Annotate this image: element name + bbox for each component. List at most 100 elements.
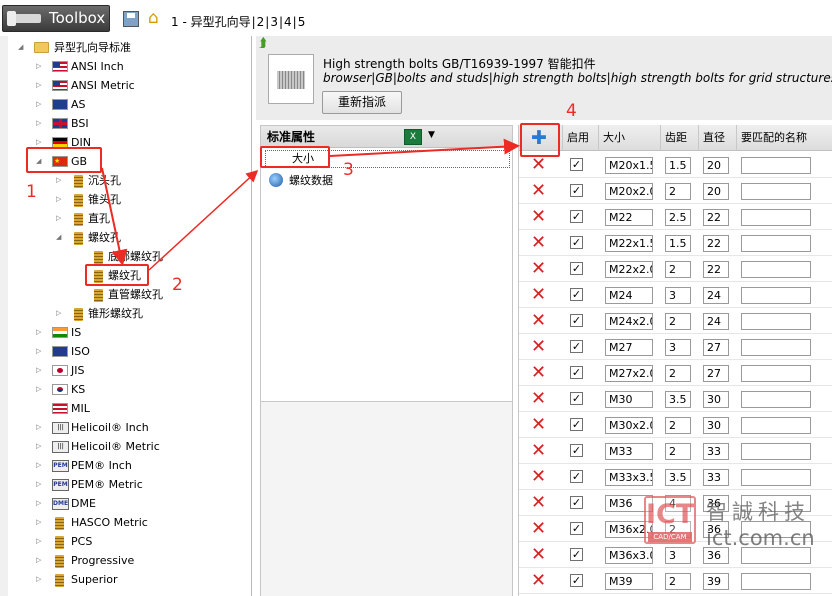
enabled-checkbox[interactable]: ✓ [570,314,583,327]
tree-item-is[interactable]: ▷ IS [36,323,246,342]
diameter-cell[interactable]: 27 [703,339,729,356]
match-name-cell[interactable] [741,261,811,278]
size-cell[interactable]: M33x3.5 [605,469,653,486]
diameter-cell[interactable]: 30 [703,417,729,434]
expand-icon[interactable]: ▷ [36,551,46,570]
reassign-button[interactable]: 重新指派 [322,91,402,114]
home-icon[interactable]: ⌂ [148,8,159,28]
delete-row-icon[interactable]: ✕ [531,312,549,330]
enabled-checkbox[interactable]: ✓ [570,184,583,197]
expand-icon[interactable]: ▷ [56,171,66,190]
pitch-cell[interactable]: 3.5 [665,469,691,486]
expand-icon[interactable]: ▷ [36,532,46,551]
delete-row-icon[interactable]: ✕ [531,546,549,564]
match-name-cell[interactable] [741,391,811,408]
tree-item-din[interactable]: ▷ DIN [36,133,246,152]
size-cell[interactable]: M39 [605,573,653,590]
pitch-cell[interactable]: 2 [665,313,691,330]
size-cell[interactable]: M27 [605,339,653,356]
diameter-cell[interactable]: 33 [703,469,729,486]
diameter-cell[interactable]: 27 [703,365,729,382]
enabled-checkbox[interactable]: ✓ [570,392,583,405]
size-cell[interactable]: M24x2.0 [605,313,653,330]
delete-row-icon[interactable]: ✕ [531,182,549,200]
delete-row-icon[interactable]: ✕ [531,208,549,226]
tree-item-countersink[interactable]: ▷ 沉头孔 [56,171,246,190]
excel-icon[interactable]: X [404,129,422,145]
diameter-cell[interactable]: 30 [703,391,729,408]
delete-row-icon[interactable]: ✕ [531,494,549,512]
enabled-checkbox[interactable]: ✓ [570,496,583,509]
enabled-checkbox[interactable]: ✓ [570,366,583,379]
tree-item-as[interactable]: ▷ AS [36,95,246,114]
tree-item-counterbore[interactable]: ▷ 锥头孔 [56,190,246,209]
size-cell[interactable]: M22 [605,209,653,226]
diameter-cell[interactable]: 22 [703,209,729,226]
breadcrumb-step-1[interactable]: 1 - 异型孔向导 [170,15,252,29]
delete-row-icon[interactable]: ✕ [531,520,549,538]
delete-row-icon[interactable]: ✕ [531,416,549,434]
match-name-cell[interactable] [741,443,811,460]
column-match-name[interactable]: 要匹配的名称 [737,125,832,151]
expand-icon[interactable]: ▷ [36,513,46,532]
tree-root[interactable]: ◢ 异型孔向导标准 [18,38,248,57]
pitch-cell[interactable]: 1.5 [665,235,691,252]
enabled-checkbox[interactable]: ✓ [570,210,583,223]
expand-icon[interactable]: ▷ [36,494,46,513]
delete-row-icon[interactable]: ✕ [531,286,549,304]
delete-row-icon[interactable]: ✕ [531,364,549,382]
enabled-checkbox[interactable]: ✓ [570,236,583,249]
expand-icon[interactable]: ▷ [36,95,46,114]
delete-row-icon[interactable]: ✕ [531,338,549,356]
tree-item-gb[interactable]: ◢ ★ GB [36,152,246,171]
breadcrumb-step-5[interactable]: 5 [297,15,307,29]
match-name-cell[interactable] [741,209,811,226]
add-icon[interactable]: ✚ [528,129,550,148]
size-cell[interactable]: M33 [605,443,653,460]
expand-icon[interactable]: ▷ [36,323,46,342]
diameter-cell[interactable]: 20 [703,157,729,174]
diameter-cell[interactable]: 24 [703,287,729,304]
collapse-icon[interactable]: ◢ [56,228,66,247]
match-name-cell[interactable] [741,469,811,486]
up-arrow-icon[interactable]: ⮭ [259,37,273,51]
pitch-cell[interactable]: 2 [665,261,691,278]
size-cell[interactable]: M22x1.5 [605,235,653,252]
diameter-cell[interactable]: 24 [703,313,729,330]
tree-item-tapped-hole-group[interactable]: ◢ 螺纹孔 [56,228,246,247]
pitch-cell[interactable]: 3 [665,339,691,356]
match-name-cell[interactable] [741,235,811,252]
pitch-cell[interactable]: 2 [665,417,691,434]
expand-icon[interactable]: ▷ [56,209,66,228]
diameter-cell[interactable]: 20 [703,183,729,200]
enabled-checkbox[interactable]: ✓ [570,444,583,457]
tree-item-ks[interactable]: ▷ KS [36,380,246,399]
pitch-cell[interactable]: 2 [665,443,691,460]
match-name-cell[interactable] [741,313,811,330]
match-name-cell[interactable] [741,339,811,356]
tree-item-helicoil-metric[interactable]: ▷ ||| Helicoil® Metric [36,437,246,456]
enabled-checkbox[interactable]: ✓ [570,340,583,353]
delete-row-icon[interactable]: ✕ [531,260,549,278]
pitch-cell[interactable]: 2 [665,365,691,382]
size-cell[interactable]: M30x2.0 [605,417,653,434]
tree-item-helicoil-inch[interactable]: ▷ ||| Helicoil® Inch [36,418,246,437]
diameter-cell[interactable]: 22 [703,235,729,252]
match-name-cell[interactable] [741,157,811,174]
tree-item-straight-pipe-tap[interactable]: 直管螺纹孔 [90,285,246,304]
dropdown-arrow-icon[interactable]: ▼ [428,130,435,140]
diameter-cell[interactable]: 39 [703,573,729,590]
tree-item-bottom-tapped-hole[interactable]: 底部螺纹孔 [90,247,246,266]
enabled-checkbox[interactable]: ✓ [570,288,583,301]
enabled-checkbox[interactable]: ✓ [570,158,583,171]
collapse-icon[interactable]: ◢ [36,152,46,171]
expand-icon[interactable]: ▷ [36,380,46,399]
expand-icon[interactable]: ▷ [56,304,66,323]
match-name-cell[interactable] [741,183,811,200]
enabled-checkbox[interactable]: ✓ [570,418,583,431]
expand-icon[interactable]: ▷ [36,437,46,456]
tree-item-mil[interactable]: MIL [36,399,246,418]
delete-row-icon[interactable]: ✕ [531,390,549,408]
tree-item-tapered-tap[interactable]: ▷ 锥形螺纹孔 [56,304,246,323]
match-name-cell[interactable] [741,417,811,434]
